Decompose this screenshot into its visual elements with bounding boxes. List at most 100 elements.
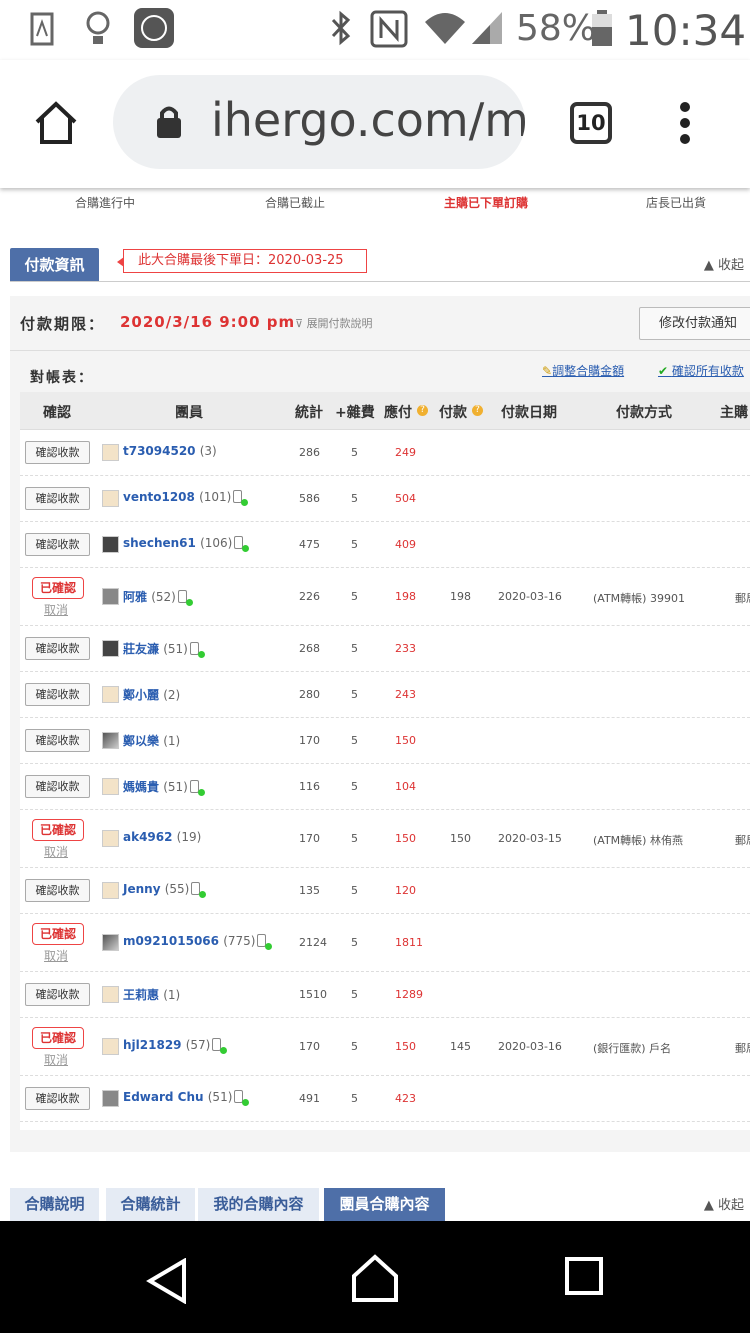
column-header: 主購	[720, 405, 748, 421]
confirm-payment-button[interactable]: 確認收款	[25, 983, 90, 1006]
table-row: 確認收款 王莉惠 (1) 1510 5 1289	[20, 972, 750, 1018]
member-name-link[interactable]: 媽媽貴 (51)	[123, 778, 205, 796]
due-cell: 150	[395, 1040, 416, 1053]
adjust-amount-link[interactable]: ✎調整合購金額	[542, 362, 624, 379]
browser-toolbar: ihergo.com/m 10	[0, 60, 750, 188]
member-name: Edward Chu	[123, 1090, 204, 1104]
home-icon[interactable]	[33, 100, 79, 146]
member-name-link[interactable]: shechen61 (106)	[123, 536, 250, 552]
confirm-payment-button[interactable]: 確認收款	[25, 775, 90, 798]
payment-deadline-label: 付款期限：	[20, 315, 106, 333]
table-row: 確認收款 shechen61 (106) 475 5 409	[20, 522, 750, 568]
member-count: (51)	[163, 780, 188, 794]
phone-verified-icon	[177, 590, 193, 606]
payment-deadline-value: 2020/3/16 9:00 pm	[120, 313, 296, 331]
total-cell: 226	[299, 590, 320, 603]
android-nav-bar	[0, 1221, 750, 1333]
nfc-icon	[370, 10, 408, 48]
more-menu-icon[interactable]	[678, 100, 692, 146]
confirm-payment-button[interactable]: 確認收款	[25, 729, 90, 752]
member-name-link[interactable]: 王莉惠 (1)	[123, 986, 180, 1003]
member-name-link[interactable]: 阿雅 (52)	[123, 588, 193, 606]
member-name-link[interactable]: ak4962 (19)	[123, 830, 201, 844]
cancel-confirm-link[interactable]: 取消	[44, 947, 68, 964]
adjust-amount-label: 調整合購金額	[552, 364, 625, 378]
back-icon[interactable]	[146, 1258, 188, 1304]
total-cell: 170	[299, 734, 320, 747]
column-header: 付款	[439, 405, 467, 421]
member-name-link[interactable]: 鄭小麗 (2)	[123, 686, 180, 703]
member-name: ak4962	[123, 830, 173, 844]
battery-percent: 58%	[516, 8, 597, 49]
edit-payment-notice-button[interactable]: 修改付款通知	[639, 307, 750, 340]
column-header: 統計	[295, 405, 323, 421]
bottom-collapse-link[interactable]: ▲ 收起	[704, 1194, 744, 1213]
confirm-payment-button[interactable]: 確認收款	[25, 879, 90, 902]
method-cell: (ATM轉帳) 39901	[593, 592, 685, 605]
reconciliation-table: 確認 團員 統計 +雜費 應付? 付款? 付款日期 付款方式 主購 確認收款 t73094520 …	[20, 392, 750, 1130]
recents-icon[interactable]	[564, 1256, 604, 1296]
confirm-all-link[interactable]: ✔ 確認所有收款	[658, 362, 744, 379]
due-cell: 423	[395, 1092, 416, 1105]
confirm-all-label: 確認所有收款	[671, 364, 744, 378]
column-header: 確認	[43, 405, 71, 421]
expand-payment-desc[interactable]: ⊽ 展開付款說明	[295, 315, 373, 331]
tab-1[interactable]: 合購說明	[10, 1188, 99, 1221]
tab-payment-info[interactable]: 付款資訊	[10, 248, 99, 282]
confirm-payment-button[interactable]: 確認收款	[25, 683, 90, 706]
member-name-link[interactable]: hjl21829 (57)	[123, 1038, 228, 1054]
fee-cell: 5	[351, 446, 358, 459]
paid-cell: 145	[450, 1040, 471, 1053]
bulb-icon	[86, 11, 110, 44]
help-icon[interactable]: ?	[417, 405, 428, 416]
url-text: ihergo.com/m	[211, 93, 525, 147]
member-name-link[interactable]: 莊友濂 (51)	[123, 640, 205, 658]
member-name-link[interactable]: Jenny (55)	[123, 882, 207, 898]
member-name: shechen61	[123, 536, 196, 550]
member-name-link[interactable]: t73094520 (3)	[123, 444, 217, 458]
pencil-icon: ✎	[542, 364, 553, 378]
total-cell: 116	[299, 780, 320, 793]
phone-verified-icon	[257, 934, 273, 950]
tab-4[interactable]: 團員合購內容	[324, 1188, 445, 1221]
date-cell: 2020-03-16	[498, 1040, 562, 1053]
help-icon[interactable]: ?	[472, 405, 483, 416]
address-bar[interactable]: ihergo.com/m	[113, 75, 525, 169]
avatar	[102, 444, 119, 461]
step-4: 店長已出貨	[645, 196, 706, 210]
cancel-confirm-link[interactable]: 取消	[44, 843, 68, 860]
table-row: 已確認 取消 m0921015066 (775) 2124 5 1811	[20, 914, 750, 972]
avatar	[102, 986, 119, 1003]
phone-verified-icon	[191, 882, 207, 898]
tab-3[interactable]: 我的合購內容	[198, 1188, 319, 1221]
fee-cell: 5	[351, 1092, 358, 1105]
battery-icon	[592, 10, 612, 46]
member-name: Jenny	[123, 882, 161, 896]
tab-2[interactable]: 合購統計	[106, 1188, 195, 1221]
confirm-payment-button[interactable]: 確認收款	[25, 533, 90, 556]
confirm-payment-button[interactable]: 確認收款	[25, 637, 90, 660]
member-name-link[interactable]: Edward Chu (51)	[123, 1090, 250, 1106]
home-nav-icon[interactable]	[350, 1254, 400, 1304]
member-name-link[interactable]: 鄭以樂 (1)	[123, 732, 180, 749]
confirm-payment-button[interactable]: 確認收款	[25, 441, 90, 464]
member-name-link[interactable]: vento1208 (101)	[123, 490, 249, 506]
collapse-link[interactable]: ▲ 收起	[704, 254, 744, 273]
member-name: t73094520	[123, 444, 196, 458]
confirm-payment-button[interactable]: 確認收款	[25, 1087, 90, 1110]
date-cell: 2020-03-15	[498, 832, 562, 845]
column-header: 團員	[175, 405, 203, 421]
confirm-payment-button[interactable]: 確認收款	[25, 487, 90, 510]
avatar	[102, 778, 119, 795]
confirmed-badge: 已確認	[32, 577, 84, 599]
cancel-confirm-link[interactable]: 取消	[44, 601, 68, 618]
table-row: 確認收款 鄭以樂 (1) 170 5 150	[20, 718, 750, 764]
due-cell: 104	[395, 780, 416, 793]
member-name-link[interactable]: m0921015066 (775)	[123, 934, 273, 950]
member-name: vento1208	[123, 490, 195, 504]
cancel-confirm-link[interactable]: 取消	[44, 1051, 68, 1068]
member-name: 王莉惠	[123, 988, 160, 1002]
avatar	[102, 588, 119, 605]
tab-switcher-button[interactable]: 10	[570, 102, 612, 144]
avatar	[102, 882, 119, 899]
